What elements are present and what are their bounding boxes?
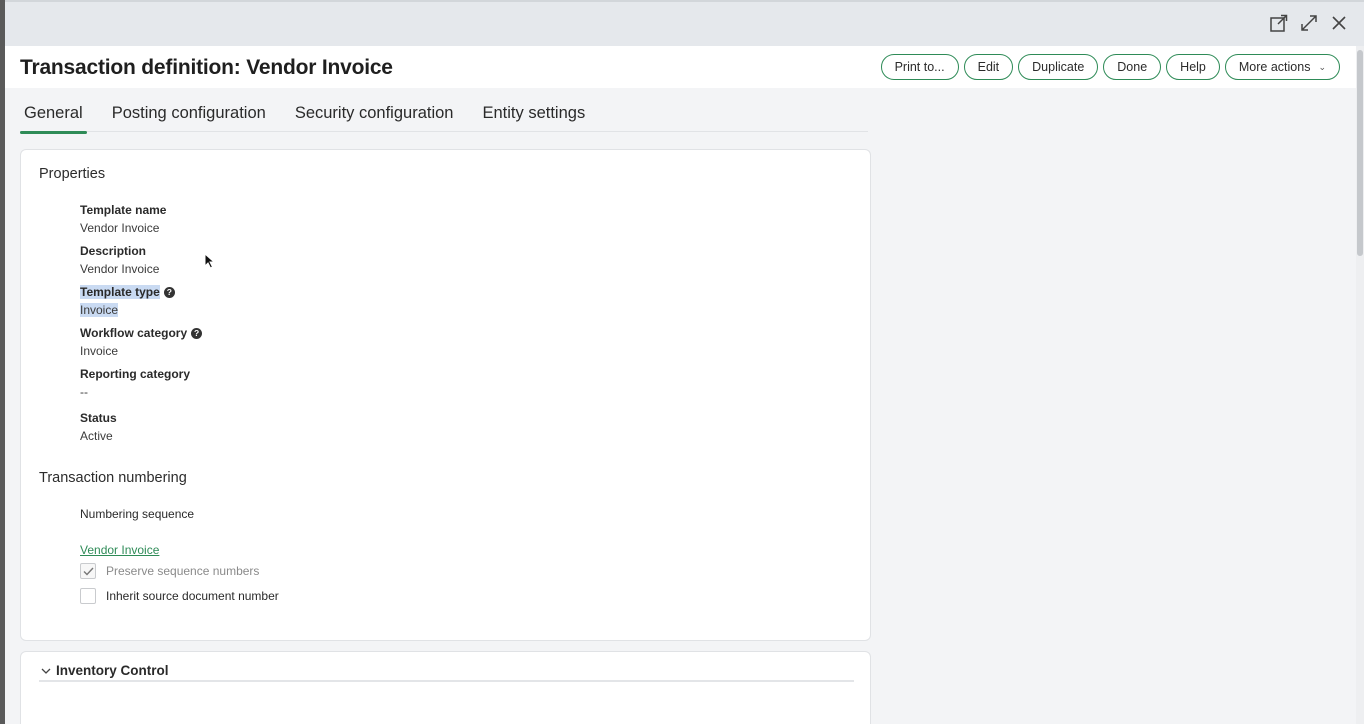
action-buttons: Print to... Edit Duplicate Done Help Mor… — [880, 54, 1340, 80]
status-label-text: Status — [80, 411, 117, 425]
close-icon[interactable] — [1328, 12, 1350, 34]
window-titlebar — [5, 0, 1364, 46]
workflow-category-label-text: Workflow category — [80, 326, 188, 340]
reporting-category-value: -- — [80, 385, 88, 399]
tab-general[interactable]: General — [20, 104, 87, 134]
page-title: Transaction definition: Vendor Invoice — [20, 56, 393, 79]
tab-entity-settings[interactable]: Entity settings — [478, 104, 589, 132]
inventory-control-title: Inventory Control — [56, 663, 169, 678]
template-name-label-text: Template name — [80, 203, 167, 217]
preserve-sequence-checkbox[interactable] — [80, 563, 96, 579]
description-label: Description — [80, 244, 146, 258]
page-header: Transaction definition: Vendor Invoice P… — [5, 46, 1356, 88]
inventory-control-header[interactable]: Inventory Control — [41, 663, 169, 678]
template-name-label: Template name — [80, 203, 166, 217]
tab-posting-configuration[interactable]: Posting configuration — [108, 104, 270, 132]
help-icon[interactable]: ? — [191, 327, 203, 339]
template-type-label-text: Template type — [80, 285, 160, 299]
print-button-label: Print to... — [894, 60, 945, 74]
mouse-cursor-icon — [204, 252, 216, 274]
description-value: Vendor Invoice — [80, 262, 160, 276]
inherit-source-checkbox[interactable] — [80, 588, 96, 604]
tab-security-configuration[interactable]: Security configuration — [291, 104, 458, 132]
workflow-category-label: Workflow category ? — [80, 326, 203, 340]
expand-icon[interactable] — [1298, 12, 1320, 34]
more-actions-label: More actions — [1238, 60, 1311, 74]
general-card: Properties Template name Vendor Invoice … — [20, 149, 871, 641]
duplicate-button[interactable]: Duplicate — [1018, 54, 1099, 80]
template-type-value-text: Invoice — [80, 303, 119, 317]
help-icon[interactable]: ? — [163, 286, 175, 298]
scrollbar-thumb[interactable] — [1357, 50, 1363, 256]
more-actions-button[interactable]: More actions ⌄ — [1224, 54, 1340, 80]
reporting-category-label: Reporting category — [80, 367, 190, 381]
inherit-source-row: Inherit source document number — [80, 588, 279, 604]
window-left-edge — [0, 0, 5, 724]
transaction-numbering-title: Transaction numbering — [39, 470, 187, 486]
preserve-sequence-row: Preserve sequence numbers — [80, 563, 259, 579]
tab-bar: General Posting configuration Security c… — [20, 104, 868, 134]
open-external-icon[interactable] — [1268, 12, 1290, 34]
inventory-control-card: Inventory Control — [20, 651, 871, 724]
template-type-value: Invoice — [80, 303, 119, 317]
properties-section-title: Properties — [39, 166, 106, 182]
numbering-sequence-label: Numbering sequence — [80, 507, 195, 521]
help-button-label: Help — [1180, 60, 1206, 74]
divider — [39, 680, 854, 682]
duplicate-button-label: Duplicate — [1032, 60, 1085, 74]
vertical-scrollbar[interactable] — [1356, 46, 1364, 724]
window-controls — [1268, 12, 1350, 34]
template-type-label: Template type ? — [80, 285, 175, 299]
status-label: Status — [80, 411, 117, 425]
chevron-down-icon — [41, 663, 51, 678]
numbering-sequence-link[interactable]: Vendor Invoice — [80, 543, 159, 557]
done-button-label: Done — [1117, 60, 1148, 74]
description-label-text: Description — [80, 244, 147, 258]
done-button[interactable]: Done — [1103, 54, 1162, 80]
inherit-source-label: Inherit source document number — [106, 589, 279, 603]
print-button[interactable]: Print to... — [880, 54, 959, 80]
edit-button[interactable]: Edit — [963, 54, 1014, 80]
chevron-down-icon: ⌄ — [1318, 61, 1326, 72]
status-value: Active — [80, 429, 113, 443]
help-button[interactable]: Help — [1166, 54, 1220, 80]
preserve-sequence-label: Preserve sequence numbers — [106, 564, 260, 578]
edit-button-label: Edit — [977, 60, 1000, 74]
template-name-value: Vendor Invoice — [80, 221, 160, 235]
workflow-category-value: Invoice — [80, 344, 119, 358]
reporting-category-label-text: Reporting category — [80, 367, 191, 381]
